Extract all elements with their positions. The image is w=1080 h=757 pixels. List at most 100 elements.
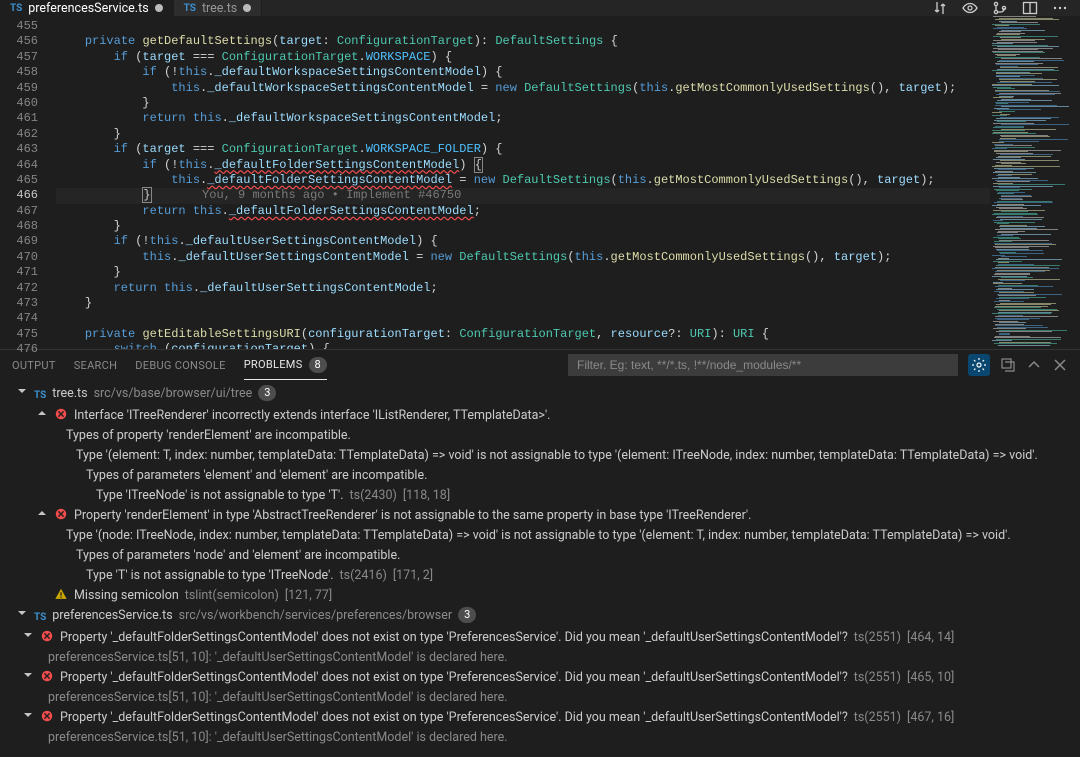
code-line[interactable]: } xyxy=(56,127,990,142)
chevron-down-icon[interactable] xyxy=(16,385,28,397)
panel-toolbar xyxy=(568,354,1068,376)
minimap[interactable] xyxy=(990,16,1080,349)
problems-row[interactable]: Property '_defaultFolderSettingsContentM… xyxy=(0,668,1080,688)
problem-location: [464, 14] xyxy=(907,629,954,647)
code-line[interactable]: } xyxy=(56,96,990,111)
problem-message: Property 'renderElement' in type 'Abstra… xyxy=(74,507,751,525)
problems-row[interactable]: Type '(element: T, index: number, templa… xyxy=(0,446,1080,466)
chevron-down-icon[interactable] xyxy=(22,629,34,641)
file-path: src/vs/base/browser/ui/tree xyxy=(94,385,253,403)
more-icon[interactable] xyxy=(1052,0,1068,16)
problems-filter-input[interactable] xyxy=(568,354,958,376)
panel-maximize-icon[interactable] xyxy=(1026,357,1042,373)
problem-message: Missing semicolon xyxy=(74,587,179,605)
typescript-file-icon: TS xyxy=(34,387,46,405)
line-number-gutter: 4554564574584594604614624634644654664674… xyxy=(0,16,56,349)
code-line[interactable]: if (!this._defaultFolderSettingsContentM… xyxy=(56,158,990,173)
code-line[interactable]: private getEditableSettingsURI(configura… xyxy=(56,327,990,342)
problem-code: ts(2551) xyxy=(854,669,901,687)
problem-code: tslint(semicolon) xyxy=(185,587,279,605)
panel-tab-debug[interactable]: DEBUG CONSOLE xyxy=(135,350,225,380)
file-path: src/vs/workbench/services/preferences/br… xyxy=(179,607,452,625)
tabs-container: TS preferencesService.ts TS tree.ts xyxy=(0,0,920,16)
line-number: 469 xyxy=(0,234,38,249)
code-line[interactable] xyxy=(56,311,990,326)
line-number: 461 xyxy=(0,111,38,126)
problems-row[interactable]: Missing semicolon tslint(semicolon) [121… xyxy=(0,586,1080,606)
editor-title-actions xyxy=(920,0,1080,16)
problem-detail: Types of property 'renderElement' are in… xyxy=(66,427,351,445)
line-number: 475 xyxy=(0,327,38,342)
problems-row[interactable]: Property '_defaultFolderSettingsContentM… xyxy=(0,708,1080,728)
file-name: tree.ts xyxy=(52,385,87,403)
editor-tab[interactable]: TS tree.ts xyxy=(174,0,263,16)
compare-changes-icon[interactable] xyxy=(932,0,948,16)
code-line[interactable]: } xyxy=(56,219,990,234)
code-line[interactable] xyxy=(56,19,990,34)
panel-close-icon[interactable] xyxy=(1052,357,1068,373)
problems-row[interactable]: Type 'ITreeNode' is not assignable to ty… xyxy=(0,486,1080,506)
code-line[interactable]: if (!this._defaultWorkspaceSettingsConte… xyxy=(56,65,990,80)
preview-icon[interactable] xyxy=(962,0,978,16)
unsaved-dot-icon xyxy=(155,4,163,12)
problems-row[interactable]: Types of parameters 'node' and 'element'… xyxy=(0,546,1080,566)
code-line[interactable]: } xyxy=(56,296,990,311)
code-line[interactable]: } xyxy=(56,265,990,280)
code-line[interactable]: this._defaultUserSettingsContentModel = … xyxy=(56,250,990,265)
chevron-down-icon[interactable] xyxy=(22,709,34,721)
source-control-icon[interactable] xyxy=(992,0,1008,16)
filter-settings-icon[interactable] xyxy=(968,354,990,376)
file-problem-count: 3 xyxy=(258,385,276,401)
problems-tree[interactable]: TS tree.ts src/vs/base/browser/ui/tree 3… xyxy=(0,380,1080,757)
editor-tab[interactable]: TS preferencesService.ts xyxy=(0,0,174,16)
problems-row[interactable]: preferencesService.ts[51, 10]: '_default… xyxy=(0,648,1080,668)
code-line[interactable]: } You, 9 months ago • Implement #46750 xyxy=(56,188,990,203)
problems-row[interactable]: Property '_defaultFolderSettingsContentM… xyxy=(0,628,1080,648)
panel-tab-search[interactable]: SEARCH xyxy=(74,350,118,380)
code-line[interactable]: this._defaultWorkspaceSettingsContentMod… xyxy=(56,81,990,96)
problems-row[interactable]: Property 'renderElement' in type 'Abstra… xyxy=(0,506,1080,526)
problems-row[interactable]: TS preferencesService.ts src/vs/workbenc… xyxy=(0,606,1080,628)
problem-location: [171, 2] xyxy=(393,567,433,585)
problems-row[interactable]: Type 'T' is not assignable to type 'ITre… xyxy=(0,566,1080,586)
panel-tab-problems[interactable]: PROBLEMS 8 xyxy=(244,350,327,380)
chevron-down-icon[interactable] xyxy=(22,669,34,681)
problems-row[interactable]: Types of property 'renderElement' are in… xyxy=(0,426,1080,446)
file-name: preferencesService.ts xyxy=(52,607,172,625)
unsaved-dot-icon xyxy=(243,4,251,12)
code-line[interactable]: return this._defaultFolderSettingsConten… xyxy=(56,204,990,219)
related-info: preferencesService.ts[51, 10]: '_default… xyxy=(48,649,508,667)
problems-row[interactable]: preferencesService.ts[51, 10]: '_default… xyxy=(0,728,1080,748)
error-icon xyxy=(40,669,54,687)
problem-code: ts(2551) xyxy=(854,629,901,647)
editor[interactable]: 4554564574584594604614624634644654664674… xyxy=(0,16,1080,349)
error-icon xyxy=(40,629,54,647)
code-line[interactable]: this._defaultFolderSettingsContentModel … xyxy=(56,173,990,188)
line-number: 468 xyxy=(0,219,38,234)
problems-row[interactable]: Type '(node: ITreeNode, index: number, t… xyxy=(0,526,1080,546)
chevron-up-icon[interactable] xyxy=(36,507,48,519)
code-line[interactable]: switch (configurationTarget) { xyxy=(56,342,990,349)
typescript-file-icon: TS xyxy=(10,3,22,14)
code-line[interactable]: if (!this._defaultUserSettingsContentMod… xyxy=(56,234,990,249)
code-content[interactable]: private getDefaultSettings(target: Confi… xyxy=(56,16,990,349)
problems-row[interactable]: TS tree.ts src/vs/base/browser/ui/tree 3 xyxy=(0,384,1080,406)
bottom-panel: OUTPUT SEARCH DEBUG CONSOLE PROBLEMS 8 T… xyxy=(0,349,1080,757)
code-line[interactable]: return this._defaultUserSettingsContentM… xyxy=(56,281,990,296)
code-line[interactable]: if (target === ConfigurationTarget.WORKS… xyxy=(56,50,990,65)
problems-row[interactable]: Types of parameters 'element' and 'eleme… xyxy=(0,466,1080,486)
code-line[interactable]: if (target === ConfigurationTarget.WORKS… xyxy=(56,142,990,157)
chevron-up-icon[interactable] xyxy=(36,407,48,419)
problems-row[interactable]: Interface 'ITreeRenderer' incorrectly ex… xyxy=(0,406,1080,426)
line-number: 463 xyxy=(0,142,38,157)
error-icon xyxy=(54,407,68,425)
tab-label: tree.ts xyxy=(202,1,237,16)
problems-count-badge: 8 xyxy=(309,357,327,373)
split-editor-icon[interactable] xyxy=(1022,0,1038,16)
problems-row[interactable]: preferencesService.ts[51, 10]: '_default… xyxy=(0,688,1080,708)
code-line[interactable]: return this._defaultWorkspaceSettingsCon… xyxy=(56,111,990,126)
problem-message: Interface 'ITreeRenderer' incorrectly ex… xyxy=(74,407,550,425)
code-line[interactable]: private getDefaultSettings(target: Confi… xyxy=(56,34,990,49)
collapse-all-icon[interactable] xyxy=(1000,357,1016,373)
chevron-down-icon[interactable] xyxy=(16,607,28,619)
